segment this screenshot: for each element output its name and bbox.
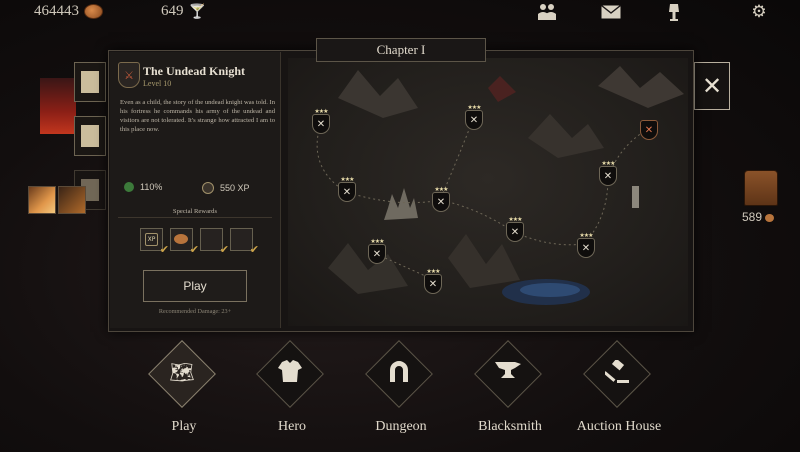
drinks-counter: 649 🍸 xyxy=(161,3,206,20)
chapter-map: ★★★ ✕ ★★★ ✕ ✕ ★★★ ✕ ★★★ ✕ ★★★ ✕ ★★★ ✕ ★★★ ✕ ★★★… xyxy=(288,58,688,326)
gear-icon[interactable]: ⚙ xyxy=(748,2,770,22)
gold-amount: 464443 xyxy=(34,3,79,19)
mail-icon[interactable] xyxy=(600,2,622,22)
gavel-icon xyxy=(594,358,640,389)
stars-icon: ★★★ xyxy=(467,104,481,111)
claw-skill-icon[interactable] xyxy=(28,186,56,214)
stars-icon: ★★★ xyxy=(601,160,615,167)
level-node[interactable]: ★★★ ✕ xyxy=(577,232,595,258)
nav-auction-house[interactable]: Auction House xyxy=(569,340,669,444)
top-bar: 464443 649 🍸 ⚙ xyxy=(0,0,800,26)
boss-level-node[interactable]: ✕ xyxy=(640,120,658,140)
nav-dungeon-label: Dungeon xyxy=(375,419,427,434)
nav-dungeon[interactable]: Dungeon xyxy=(351,340,451,444)
xp-icon xyxy=(202,182,214,194)
chest-count: 589 xyxy=(742,210,763,224)
recommended-damage: Recommended Damage: 23+ xyxy=(158,308,232,315)
check-icon: ✔ xyxy=(159,243,169,256)
lamp-icon[interactable] xyxy=(663,2,685,22)
stars-icon: ★★★ xyxy=(340,176,354,183)
nav-play[interactable]: 🗺 Play xyxy=(134,340,234,444)
nav-blacksmith[interactable]: Blacksmith xyxy=(460,340,560,444)
special-rewards-label: Special Rewards xyxy=(172,208,218,215)
castle-card[interactable] xyxy=(74,116,106,156)
stars-icon: ★★★ xyxy=(508,216,522,223)
nav-hero[interactable]: Hero xyxy=(242,340,342,444)
empty-reward-slot[interactable]: ✔ xyxy=(230,228,259,256)
stat-xp: 550 XP xyxy=(202,182,250,194)
play-level-button[interactable]: Play xyxy=(143,270,247,302)
empty-reward-slot[interactable]: ✔ xyxy=(200,228,229,256)
check-icon: ✔ xyxy=(219,243,229,256)
nav-play-label: Play xyxy=(171,419,197,434)
friends-icon[interactable] xyxy=(536,2,558,22)
divider xyxy=(118,217,272,218)
stat-xp-value: 550 XP xyxy=(220,183,250,193)
horseshoe-icon xyxy=(376,360,422,387)
level-name: The Undead Knight xyxy=(143,64,246,78)
level-node[interactable]: ★★★ ✕ xyxy=(599,160,617,186)
stars-icon: ★★★ xyxy=(434,186,448,193)
level-node[interactable]: ★★★ ✕ xyxy=(312,108,330,134)
stars-icon: ★★★ xyxy=(579,232,593,239)
level-node[interactable]: ★★★ ✕ xyxy=(424,268,442,294)
level-node[interactable]: ★★★ ✕ xyxy=(338,176,356,202)
stat-percent: 110% xyxy=(124,182,162,192)
clover-icon xyxy=(124,182,134,192)
chest-counter: 589 xyxy=(742,210,775,224)
hero-portrait[interactable] xyxy=(40,78,76,134)
nav-hero-label: Hero xyxy=(278,419,306,434)
xp-reward-icon[interactable]: XP ✔ xyxy=(140,228,169,256)
scroll-card[interactable] xyxy=(74,62,106,102)
treasure-chest-icon[interactable] xyxy=(744,170,778,206)
nav-blacksmith-label: Blacksmith xyxy=(478,419,542,434)
coin-reward-icon[interactable]: ✔ xyxy=(170,228,199,256)
stat-percent-value: 110% xyxy=(140,182,163,192)
gold-counter: 464443 xyxy=(34,3,103,20)
stars-icon: ★★★ xyxy=(426,268,440,275)
level-node[interactable]: ★★★ ✕ xyxy=(506,216,524,242)
drinks-amount: 649 xyxy=(161,3,184,19)
close-button[interactable]: ✕ xyxy=(694,62,730,110)
level-node[interactable]: ★★★ ✕ xyxy=(432,186,450,212)
level-node[interactable]: ★★★ ✕ xyxy=(368,238,386,264)
nav-auction-house-label: Auction House xyxy=(576,419,662,434)
whip-skill-icon[interactable] xyxy=(58,186,86,214)
map-icon: 🗺 xyxy=(169,360,195,384)
check-icon: ✔ xyxy=(249,243,259,256)
cocktail-icon: 🍸 xyxy=(188,3,206,20)
boss-crossed-swords-icon: ⚔ xyxy=(118,62,140,88)
anvil-icon xyxy=(485,360,531,385)
coin-icon xyxy=(765,213,775,222)
coin-icon xyxy=(84,4,103,19)
level-description: Even as a child, the story of the undead… xyxy=(120,99,275,133)
armor-icon xyxy=(267,360,313,387)
stars-icon: ★★★ xyxy=(370,238,384,245)
stars-icon: ★★★ xyxy=(314,108,328,115)
level-node[interactable]: ★★★ ✕ xyxy=(465,104,483,130)
chapter-title: Chapter I xyxy=(316,38,486,62)
close-icon: ✕ xyxy=(701,72,723,100)
check-icon: ✔ xyxy=(189,243,199,256)
level-number: Level 10 xyxy=(143,79,172,88)
level-info-panel: ⚔ The Undead Knight Level 10 Even as a c… xyxy=(110,52,281,328)
